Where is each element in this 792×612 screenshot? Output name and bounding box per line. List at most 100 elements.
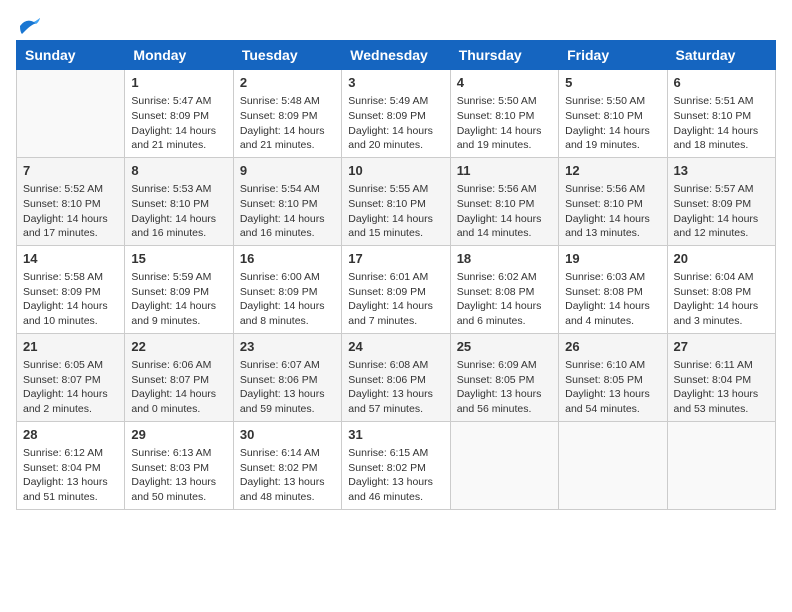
day-info: Sunrise: 6:13 AM [131,446,226,461]
day-number: 5 [565,74,660,92]
calendar-cell: 9Sunrise: 5:54 AMSunset: 8:10 PMDaylight… [233,157,341,245]
day-number: 19 [565,250,660,268]
day-number: 8 [131,162,226,180]
day-info: and 53 minutes. [674,402,769,417]
day-info: Sunset: 8:09 PM [240,285,335,300]
day-info: and 15 minutes. [348,226,443,241]
day-info: Sunrise: 6:07 AM [240,358,335,373]
day-info: Daylight: 13 hours [348,475,443,490]
day-number: 25 [457,338,552,356]
calendar-header-saturday: Saturday [667,41,775,70]
day-info: Sunset: 8:09 PM [674,197,769,212]
logo-bird-icon [18,16,42,36]
day-info: Daylight: 14 hours [348,299,443,314]
calendar-cell: 21Sunrise: 6:05 AMSunset: 8:07 PMDayligh… [17,333,125,421]
calendar-cell: 30Sunrise: 6:14 AMSunset: 8:02 PMDayligh… [233,421,341,509]
day-number: 12 [565,162,660,180]
day-info: Sunset: 8:09 PM [23,285,118,300]
day-info: Daylight: 14 hours [23,212,118,227]
day-number: 14 [23,250,118,268]
day-info: Daylight: 14 hours [131,387,226,402]
day-number: 15 [131,250,226,268]
calendar-cell: 16Sunrise: 6:00 AMSunset: 8:09 PMDayligh… [233,245,341,333]
day-number: 4 [457,74,552,92]
day-info: Daylight: 14 hours [674,299,769,314]
calendar-cell: 26Sunrise: 6:10 AMSunset: 8:05 PMDayligh… [559,333,667,421]
day-info: Sunset: 8:05 PM [457,373,552,388]
day-info: Sunrise: 5:51 AM [674,94,769,109]
day-info: Sunrise: 6:09 AM [457,358,552,373]
day-info: Daylight: 14 hours [348,212,443,227]
day-info: Daylight: 13 hours [240,475,335,490]
calendar-cell: 28Sunrise: 6:12 AMSunset: 8:04 PMDayligh… [17,421,125,509]
calendar-header-row: SundayMondayTuesdayWednesdayThursdayFrid… [17,41,776,70]
day-info: Daylight: 14 hours [240,212,335,227]
calendar-cell [667,421,775,509]
calendar-cell: 1Sunrise: 5:47 AMSunset: 8:09 PMDaylight… [125,70,233,158]
day-info: Sunrise: 6:10 AM [565,358,660,373]
day-info: and 3 minutes. [674,314,769,329]
day-info: Daylight: 14 hours [23,387,118,402]
calendar-cell: 29Sunrise: 6:13 AMSunset: 8:03 PMDayligh… [125,421,233,509]
day-info: Sunset: 8:10 PM [348,197,443,212]
day-info: Sunset: 8:02 PM [348,461,443,476]
day-info: and 7 minutes. [348,314,443,329]
day-info: Sunset: 8:08 PM [565,285,660,300]
day-info: and 4 minutes. [565,314,660,329]
day-info: Sunset: 8:08 PM [674,285,769,300]
day-info: Daylight: 14 hours [457,212,552,227]
day-number: 28 [23,426,118,444]
day-info: and 17 minutes. [23,226,118,241]
day-number: 13 [674,162,769,180]
day-info: Sunrise: 5:59 AM [131,270,226,285]
day-info: Sunrise: 5:56 AM [565,182,660,197]
calendar-cell: 13Sunrise: 5:57 AMSunset: 8:09 PMDayligh… [667,157,775,245]
calendar-cell: 31 Sunrise: 6:15 AMSunset: 8:02 PMDayligh… [342,421,450,509]
calendar-cell: 6Sunrise: 5:51 AMSunset: 8:10 PMDaylight… [667,70,775,158]
day-info: Daylight: 14 hours [565,299,660,314]
day-info: Sunrise: 6:05 AM [23,358,118,373]
calendar-cell: 3Sunrise: 5:49 AMSunset: 8:09 PMDaylight… [342,70,450,158]
day-info: Sunrise: 6:15 AM [348,446,443,461]
day-info: and 10 minutes. [23,314,118,329]
day-info: Sunset: 8:10 PM [565,197,660,212]
day-info: Sunset: 8:10 PM [23,197,118,212]
day-number: 31 [348,426,443,444]
day-info: Daylight: 14 hours [131,299,226,314]
calendar-cell: 15 Sunrise: 5:59 AMSunset: 8:09 PMDayligh… [125,245,233,333]
day-number: 29 [131,426,226,444]
day-number: 20 [674,250,769,268]
day-info: and 48 minutes. [240,490,335,505]
calendar-cell [559,421,667,509]
day-info: Sunset: 8:08 PM [457,285,552,300]
calendar-cell: 10Sunrise: 5:55 AMSunset: 8:10 PMDayligh… [342,157,450,245]
day-info: Sunset: 8:09 PM [131,285,226,300]
day-info: Sunset: 8:07 PM [23,373,118,388]
day-info: Sunset: 8:10 PM [240,197,335,212]
day-info: Daylight: 14 hours [240,299,335,314]
calendar-header-monday: Monday [125,41,233,70]
day-number: 24 [348,338,443,356]
day-info: Sunset: 8:10 PM [565,109,660,124]
calendar-week-row: 28Sunrise: 6:12 AMSunset: 8:04 PMDayligh… [17,421,776,509]
day-info: and 16 minutes. [131,226,226,241]
day-number: 23 [240,338,335,356]
day-info: Sunrise: 5:52 AM [23,182,118,197]
day-info: Sunset: 8:02 PM [240,461,335,476]
day-info: Sunrise: 6:08 AM [348,358,443,373]
day-info: Sunrise: 5:50 AM [457,94,552,109]
day-number: 2 [240,74,335,92]
day-info: and 0 minutes. [131,402,226,417]
day-info: Sunrise: 5:53 AM [131,182,226,197]
day-info: Sunset: 8:09 PM [131,109,226,124]
day-info: and 59 minutes. [240,402,335,417]
day-info: and 6 minutes. [457,314,552,329]
day-info: Sunrise: 6:14 AM [240,446,335,461]
day-info: Daylight: 13 hours [240,387,335,402]
calendar-header-friday: Friday [559,41,667,70]
day-number: 18 [457,250,552,268]
day-number: 26 [565,338,660,356]
calendar-cell: 7Sunrise: 5:52 AMSunset: 8:10 PMDaylight… [17,157,125,245]
day-info: and 19 minutes. [457,138,552,153]
calendar-cell: 4Sunrise: 5:50 AMSunset: 8:10 PMDaylight… [450,70,558,158]
